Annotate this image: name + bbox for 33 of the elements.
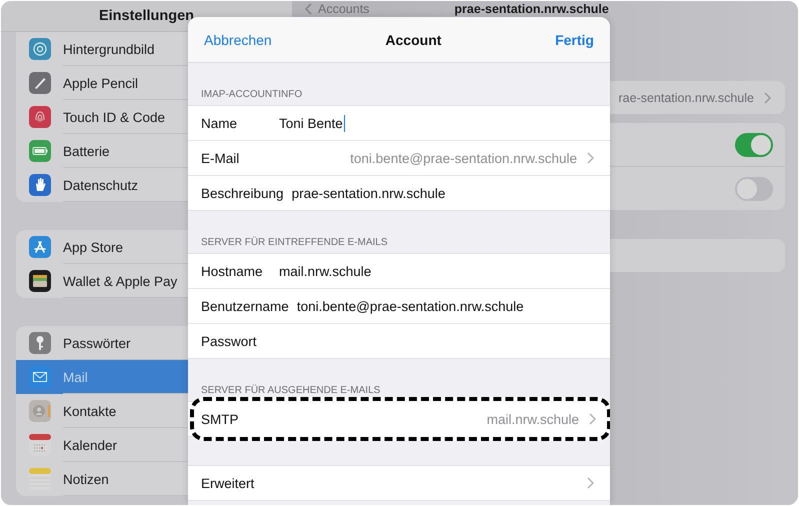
input-row[interactable]: Hostname mail.nrw.schule [188,254,610,288]
section-header: IMAP-ACCOUNTINFO [201,89,302,100]
toggle-switch[interactable] [735,176,773,200]
chevron-right-icon [764,92,771,104]
cancel-button[interactable]: Abbrechen [204,32,272,48]
input-row[interactable]: Name Toni Bente [188,106,610,140]
contact-icon [29,400,51,422]
sidebar-title: Einstellungen [98,8,194,24]
notes-icon [29,468,51,490]
section-header: SERVER FÜR EINTREFFENDE E-MAILS [201,237,388,248]
chevron-right-icon [587,152,594,164]
toggle-switch[interactable] [735,132,773,156]
sheet-title: Account [385,32,442,48]
input-row[interactable]: Benutzername toni.bente@prae-sentation.nrw.schule [188,289,610,323]
app-store-icon [29,236,51,258]
settings-row[interactable]: SMTP mail.nrw.schule [190,397,610,441]
fingerprint-icon [29,106,51,128]
key-icon [29,332,51,354]
chevron-right-icon [587,477,594,489]
battery-icon [29,140,51,162]
input-row[interactable]: Passwort [188,324,610,358]
pencil-icon [29,72,51,94]
flower-icon [29,38,51,60]
hand-icon [29,174,51,196]
input-row[interactable]: Beschreibung prae-sentation.nrw.schule [188,176,610,210]
detail-title: prae-sentation.nrw.schule [454,2,609,16]
wallet-icon [29,270,51,292]
done-button[interactable]: Fertig [555,32,594,48]
envelope-icon [29,366,51,388]
chevron-left-icon [305,3,312,15]
settings-row[interactable]: E-Mail toni.bente@prae-sentation.nrw.schule [188,141,610,175]
settings-row[interactable]: Erweitert [188,466,610,500]
chevron-right-icon [589,413,596,425]
